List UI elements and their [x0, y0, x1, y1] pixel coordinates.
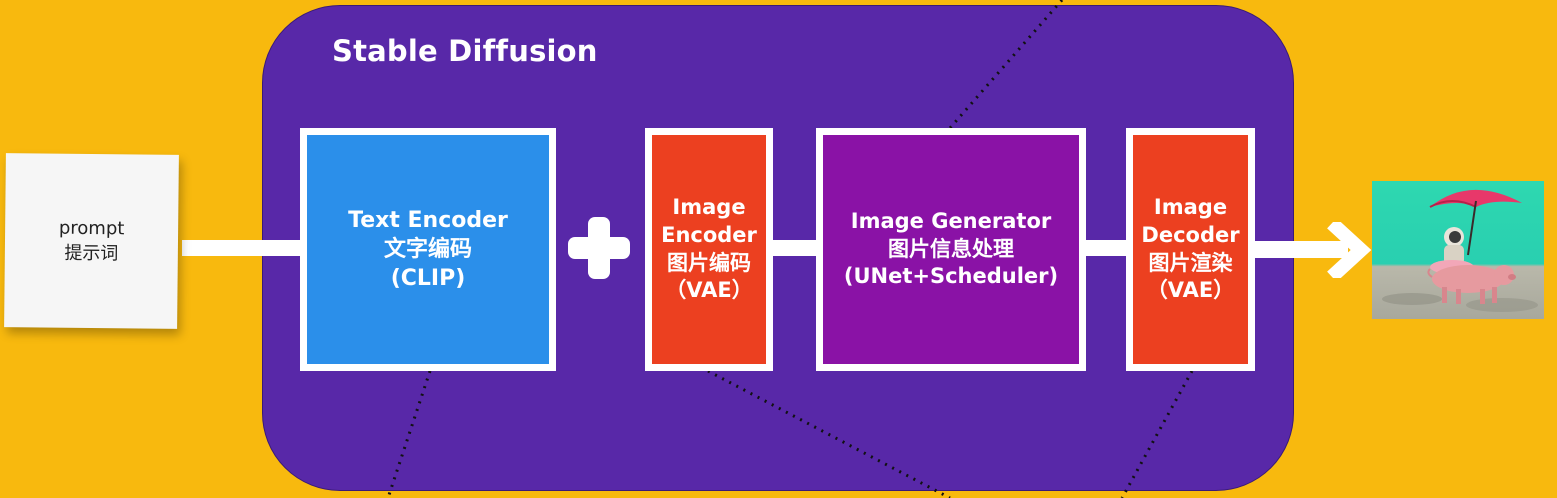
text-encoder-title-cn: 文字编码	[383, 236, 472, 262]
image-decoder-title-2: Decoder	[1141, 222, 1240, 247]
output-arrow	[1253, 222, 1372, 278]
astronaut-pig-illustration	[1382, 189, 1538, 312]
image-encoder-box: Image Encoder 图片编码 （VAE）	[645, 128, 773, 371]
text-encoder-model: (CLIP)	[390, 266, 466, 292]
image-generator-model: (UNet+Scheduler)	[843, 264, 1059, 289]
prompt-note: prompt 提示词	[4, 153, 179, 329]
image-encoder-title-2: Encoder	[661, 222, 757, 247]
image-decoder-title-1: Image	[1153, 195, 1228, 220]
image-decoder-title-cn: 图片渲染	[1148, 250, 1233, 275]
image-generator-title-cn: 图片信息处理	[888, 236, 1014, 261]
prompt-label: prompt	[58, 217, 125, 240]
image-encoder-model: （VAE）	[665, 278, 753, 303]
image-encoder-title-cn: 图片编码	[667, 250, 751, 275]
panel-title: Stable Diffusion	[332, 34, 598, 68]
connector-prompt-to-text-encoder	[182, 240, 302, 256]
prompt-label-cn: 提示词	[64, 242, 119, 265]
connector-image-encoder-to-generator	[772, 240, 818, 256]
image-decoder-model: （VAE）	[1146, 278, 1235, 303]
image-generator-box: Image Generator 图片信息处理 (UNet+Scheduler)	[816, 128, 1086, 371]
output-image	[1372, 181, 1544, 319]
text-encoder-title: Text Encoder	[348, 207, 508, 233]
text-encoder-box: Text Encoder 文字编码 (CLIP)	[300, 128, 556, 371]
connector-generator-to-decoder	[1084, 240, 1128, 256]
image-generator-title: Image Generator	[850, 208, 1052, 233]
plus-sign-vertical	[588, 217, 610, 279]
image-encoder-title-1: Image	[672, 195, 746, 220]
image-decoder-box: Image Decoder 图片渲染 （VAE）	[1126, 128, 1255, 371]
